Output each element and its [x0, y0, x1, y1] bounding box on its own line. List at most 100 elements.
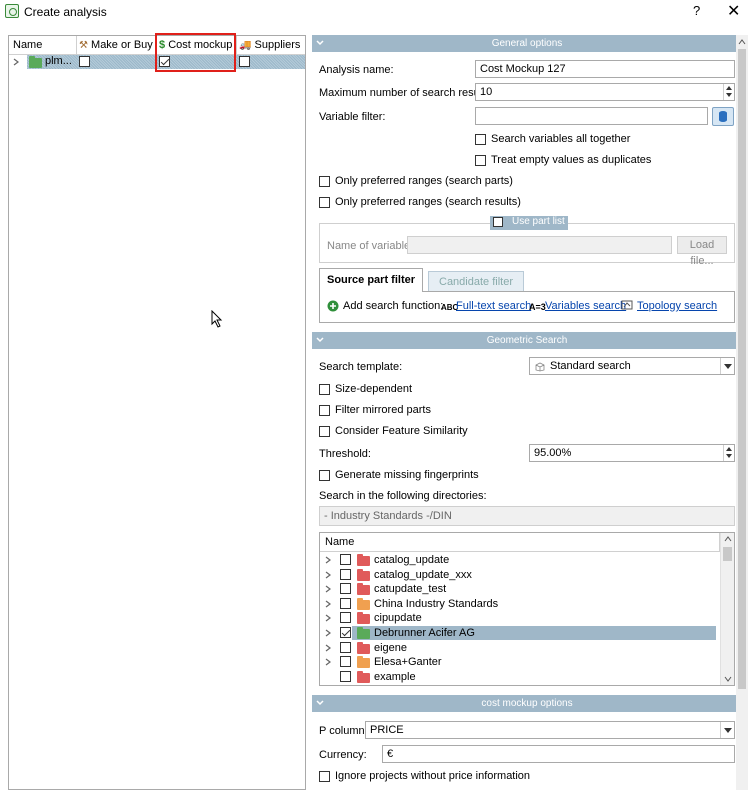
chevron-right-icon[interactable] [325, 585, 331, 593]
scroll-thumb[interactable] [738, 49, 746, 689]
chevron-right-icon[interactable] [325, 658, 331, 666]
spin-arrows-icon[interactable] [723, 445, 734, 461]
directory-name: China Industry Standards [374, 597, 499, 610]
list-item[interactable]: eigene [320, 641, 716, 656]
variables-search-link[interactable]: Variables search [545, 300, 626, 312]
list-item[interactable]: catalog_update_xxx [320, 568, 716, 583]
highlight-box [155, 33, 236, 72]
scroll-up-icon[interactable] [724, 536, 732, 542]
suppliers-checkbox[interactable] [239, 56, 250, 67]
directory-name: Debrunner Acifer AG [374, 627, 475, 639]
search-template-select[interactable]: Standard search [529, 357, 735, 375]
title-bar: Create analysis ? ✕ [0, 0, 750, 24]
directory-list[interactable]: Name catalog_update catalog_update_xxx cat… [319, 532, 735, 686]
p-column-select[interactable]: PRICE [365, 721, 735, 739]
row-name: plm... [45, 55, 72, 67]
chevron-right-icon[interactable] [13, 58, 19, 66]
list-item[interactable]: Elesa+Ganter [320, 655, 716, 670]
topology-search-link[interactable]: Topology search [637, 300, 717, 312]
size-dependent-checkbox[interactable] [319, 384, 330, 395]
make-or-buy-checkbox[interactable] [79, 56, 90, 67]
currency-input[interactable]: € [382, 745, 735, 763]
chevron-right-icon[interactable] [325, 614, 331, 622]
feature-similarity-checkbox[interactable] [319, 426, 330, 437]
ignore-projects-checkbox[interactable] [319, 771, 330, 782]
tab-candidate-filter[interactable]: Candidate filter [428, 271, 524, 292]
tab-source-part-filter[interactable]: Source part filter [319, 268, 423, 292]
scroll-up-icon[interactable] [738, 39, 746, 45]
chevron-down-icon [316, 337, 324, 343]
folder-icon [357, 656, 370, 669]
general-options-header[interactable]: General options [312, 35, 742, 52]
use-part-list-toggle[interactable]: Use part list [490, 216, 568, 230]
directory-checkbox[interactable] [340, 568, 351, 580]
directory-checkbox[interactable] [340, 627, 351, 638]
fulltext-search-link[interactable]: Full-text search [456, 300, 531, 312]
chevron-right-icon[interactable] [325, 556, 331, 564]
directory-name: cipupdate [374, 612, 422, 625]
folder-icon [357, 597, 370, 610]
directory-checkbox[interactable] [340, 641, 351, 653]
chevron-right-icon[interactable] [325, 600, 331, 608]
use-part-list-checkbox[interactable] [493, 217, 503, 227]
scroll-down-icon[interactable] [724, 676, 732, 682]
column-suppliers[interactable]: 🚚 Suppliers [237, 36, 305, 55]
threshold-stepper[interactable]: 95.00% [529, 444, 735, 462]
chevron-down-icon[interactable] [720, 358, 734, 374]
help-button[interactable]: ? [693, 3, 700, 18]
column-name[interactable]: Name [9, 36, 77, 55]
chevron-down-icon[interactable] [720, 722, 734, 738]
treat-empty-duplicates-checkbox[interactable] [475, 155, 486, 166]
directory-checkbox[interactable] [340, 670, 351, 682]
max-results-stepper[interactable]: 10 [475, 83, 735, 101]
close-button[interactable]: ✕ [727, 1, 740, 21]
list-item[interactable]: cipupdate [320, 611, 716, 626]
gen-fingerprints-checkbox[interactable] [319, 470, 330, 481]
geometric-search-header[interactable]: Geometric Search [312, 332, 742, 349]
filter-mirrored-checkbox[interactable] [319, 405, 330, 416]
scroll-thumb[interactable] [723, 547, 732, 561]
folder-icon [357, 670, 370, 683]
panel-scrollbar[interactable] [736, 35, 748, 790]
directory-checkbox[interactable] [340, 612, 351, 624]
load-file-button: Load file... [677, 236, 727, 267]
list-scrollbar[interactable] [720, 533, 734, 685]
folder-icon [29, 56, 42, 68]
name-of-variable-label: Name of variable: [327, 240, 414, 252]
directory-name: catalog_update [374, 554, 450, 566]
directory-checkbox[interactable] [340, 583, 351, 595]
list-item[interactable]: example [320, 670, 716, 685]
database-button[interactable] [712, 107, 734, 126]
folder-icon [357, 568, 370, 581]
directory-checkbox[interactable] [340, 554, 351, 565]
treat-empty-duplicates-label: Treat empty values as duplicates [491, 154, 652, 166]
list-header[interactable]: Name [320, 533, 720, 552]
search-vars-together-checkbox[interactable] [475, 134, 486, 145]
analysis-name-input[interactable]: Cost Mockup 127 [475, 60, 735, 78]
list-item[interactable]: catupdate_test [320, 582, 716, 597]
directory-checkbox[interactable] [340, 656, 351, 668]
p-column-label: P column: [319, 725, 368, 737]
chevron-right-icon[interactable] [325, 629, 331, 637]
pref-parts-checkbox[interactable] [319, 176, 330, 187]
add-circle-icon[interactable] [327, 300, 339, 312]
list-item[interactable]: China Industry Standards [320, 597, 716, 612]
variable-filter-label: Variable filter: [319, 111, 386, 123]
spin-arrows-icon[interactable] [723, 84, 734, 100]
pref-results-checkbox[interactable] [319, 197, 330, 208]
list-item[interactable]: Debrunner Acifer AG [320, 626, 716, 641]
directory-checkbox[interactable] [340, 597, 351, 609]
search-dirs-label: Search in the following directories: [319, 490, 487, 502]
pref-results-label: Only preferred ranges (search results) [335, 196, 521, 208]
chevron-right-icon[interactable] [325, 644, 331, 652]
column-make-or-buy[interactable]: ⚒ Make or Buy [77, 36, 156, 55]
search-vars-together-label: Search variables all together [491, 133, 631, 145]
chevron-right-icon[interactable] [325, 571, 331, 579]
topology-icon [621, 300, 633, 310]
variable-filter-input[interactable] [475, 107, 708, 125]
name-of-variable-input [407, 236, 672, 254]
list-item[interactable]: catalog_update [320, 553, 716, 568]
results-tree[interactable]: Name ⚒ Make or Buy $ Cost mockup 🚚 Suppl… [8, 35, 306, 790]
folder-icon [357, 612, 370, 625]
cost-mockup-header[interactable]: cost mockup options [312, 695, 742, 712]
